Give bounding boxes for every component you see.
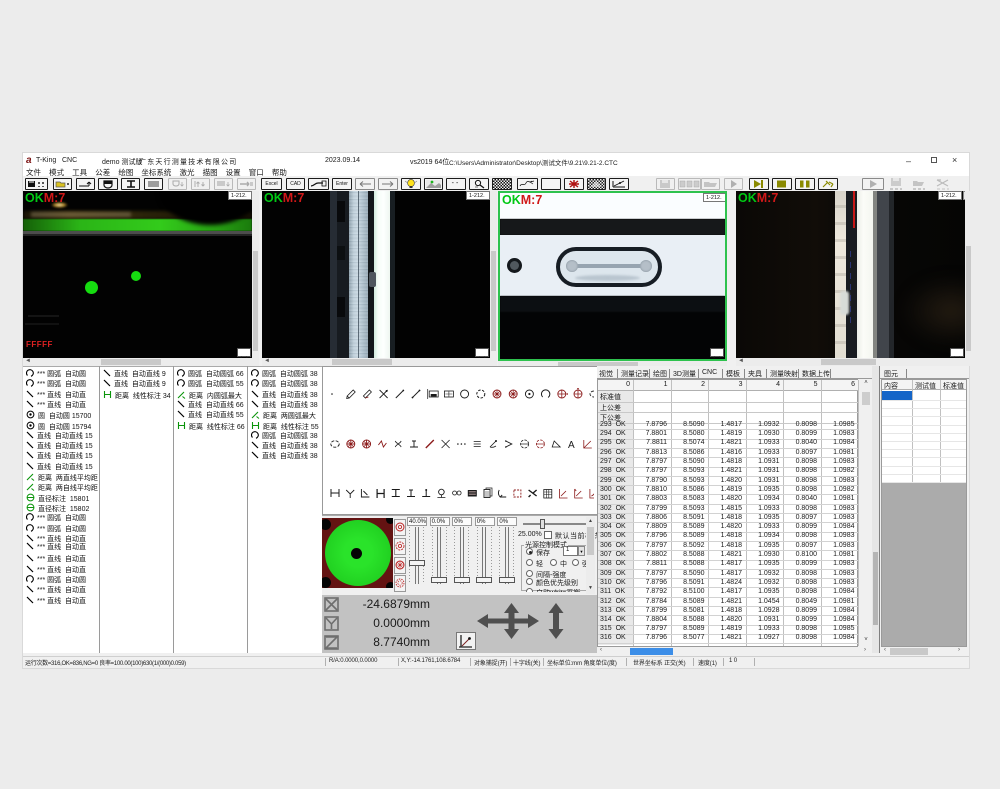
- svg-text:A: A: [568, 440, 575, 451]
